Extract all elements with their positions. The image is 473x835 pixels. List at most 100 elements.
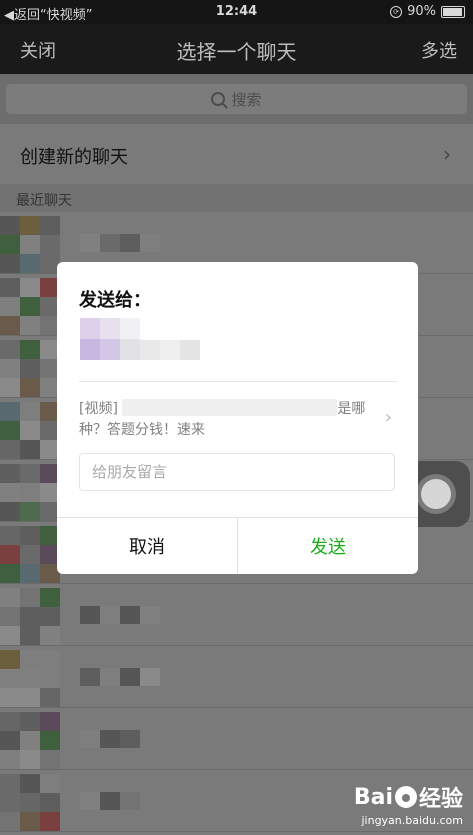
dialog-footer: 取消 发送 [57, 517, 418, 574]
row-separator [0, 769, 473, 770]
blurred-avatar-pixel [20, 464, 40, 483]
blurred-avatar-pixel [40, 626, 60, 645]
cancel-button[interactable]: 取消 [57, 518, 238, 574]
blurred-avatar-pixel [0, 316, 20, 335]
blurred-name-pixel [100, 792, 120, 810]
blurred-name-pixel [120, 792, 140, 810]
blurred-avatar-pixel [0, 526, 20, 545]
blurred-avatar-pixel [20, 340, 40, 359]
blurred-avatar-pixel [20, 731, 40, 750]
blurred-avatar-pixel [0, 688, 20, 707]
status-right: ⟳ 90% [390, 4, 465, 19]
blurred-avatar-pixel [0, 359, 20, 378]
shared-video-info[interactable]: [视频] 是哪种？答题分钱！速来 [79, 399, 369, 441]
blurred-avatar-pixel [0, 588, 20, 607]
multi-select-button[interactable]: 多选 [421, 37, 457, 63]
blurred-avatar-pixel [20, 774, 40, 793]
blurred-avatar-pixel [20, 483, 40, 502]
blurred-avatar-pixel [20, 378, 40, 397]
blurred-avatar-pixel [0, 378, 20, 397]
blurred-avatar-pixel [0, 626, 20, 645]
dialog-title: 发送给： [79, 290, 151, 311]
blurred-name-pixel [80, 668, 100, 686]
blurred-avatar-pixel [20, 650, 40, 669]
search-area: 搜索 [0, 74, 473, 124]
blurred-avatar-pixel [0, 564, 20, 583]
blurred-avatar-pixel [0, 483, 20, 502]
blurred-avatar-pixel [40, 669, 60, 688]
search-input[interactable]: 搜索 [6, 84, 467, 114]
blurred-name-pixel [100, 234, 120, 252]
blurred-avatar-pixel [40, 774, 60, 793]
page-title: 选择一个聊天 [176, 40, 297, 64]
blurred-avatar-pixel [40, 588, 60, 607]
blurred-avatar-pixel [0, 340, 20, 359]
blurred-avatar-pixel [0, 774, 20, 793]
watermark-logo-text: Bai [353, 784, 393, 810]
blurred-avatar-pixel [20, 316, 40, 335]
blurred-name-pixel [100, 730, 120, 748]
nav-bar: 关闭 选择一个聊天 多选 [0, 24, 473, 74]
row-separator [0, 707, 473, 708]
blurred-name-pixel [80, 792, 100, 810]
blurred-name-pixel [140, 234, 160, 252]
blurred-avatar-pixel [0, 607, 20, 626]
blurred-avatar-pixel [20, 750, 40, 769]
blurred-avatar-pixel [20, 812, 40, 831]
blurred-avatar-pixel [20, 402, 40, 421]
watermark-logo-tail: 经验 [418, 787, 463, 812]
blurred-avatar-pixel [40, 712, 60, 731]
blurred-avatar-pixel [0, 812, 20, 831]
blurred-avatar-pixel [0, 669, 20, 688]
blurred-avatar-pixel [20, 669, 40, 688]
create-new-chat-row[interactable]: 创建新的聊天 › [0, 124, 473, 184]
send-button[interactable]: 发送 [238, 518, 418, 574]
blurred-avatar-pixel [0, 402, 20, 421]
blurred-avatar-pixel [40, 793, 60, 812]
watermark-logo: Bai 经验 [354, 781, 463, 813]
blurred-avatar-pixel [20, 588, 40, 607]
blurred-avatar-pixel [20, 607, 40, 626]
chevron-right-icon: › [384, 407, 392, 428]
chevron-right-icon: › [443, 142, 451, 166]
blurred-avatar-pixel [20, 216, 40, 235]
blurred-name-pixel [120, 234, 140, 252]
status-bar: ◀返回“快视频” 12:44 ⟳ 90% [0, 0, 473, 24]
battery-icon [441, 5, 465, 18]
blurred-name-pixel [120, 730, 140, 748]
blurred-avatar-pixel [0, 502, 20, 521]
blurred-avatar-pixel [20, 564, 40, 583]
search-icon [211, 92, 226, 106]
blurred-avatar-pixel [0, 235, 20, 254]
message-input[interactable] [79, 453, 395, 491]
recipient-name [140, 340, 200, 360]
recipient-avatar [80, 318, 140, 360]
blurred-avatar-pixel [20, 545, 40, 564]
blurred-avatar-pixel [20, 235, 40, 254]
blurred-name-pixel [120, 668, 140, 686]
blurred-name-pixel [80, 606, 100, 624]
recent-chats-header: 最近聊天 [0, 184, 473, 212]
blurred-avatar-pixel [40, 235, 60, 254]
dialog-divider [79, 381, 397, 382]
share-dialog: 发送给： [视频] 是哪种？答题分钱！速来 › 取消 发送 [57, 262, 418, 574]
blurred-avatar-pixel [40, 688, 60, 707]
row-separator [0, 583, 473, 584]
assistive-touch-icon [421, 479, 451, 509]
blurred-avatar-pixel [40, 812, 60, 831]
blurred-avatar-pixel [0, 545, 20, 564]
blurred-avatar-pixel [20, 421, 40, 440]
blurred-avatar-pixel [0, 793, 20, 812]
blurred-name-pixel [100, 606, 120, 624]
blurred-name-pixel [140, 668, 160, 686]
orientation-lock-icon: ⟳ [390, 5, 403, 18]
blurred-name-pixel [80, 730, 100, 748]
search-placeholder: 搜索 [231, 90, 262, 109]
blurred-avatar-pixel [20, 688, 40, 707]
blurred-avatar-pixel [20, 297, 40, 316]
blurred-avatar-pixel [0, 254, 20, 273]
blurred-avatar-pixel [20, 502, 40, 521]
recent-chats-label: 最近聊天 [16, 193, 72, 209]
video-prefix: [视频] [79, 401, 118, 417]
blurred-avatar-pixel [0, 712, 20, 731]
